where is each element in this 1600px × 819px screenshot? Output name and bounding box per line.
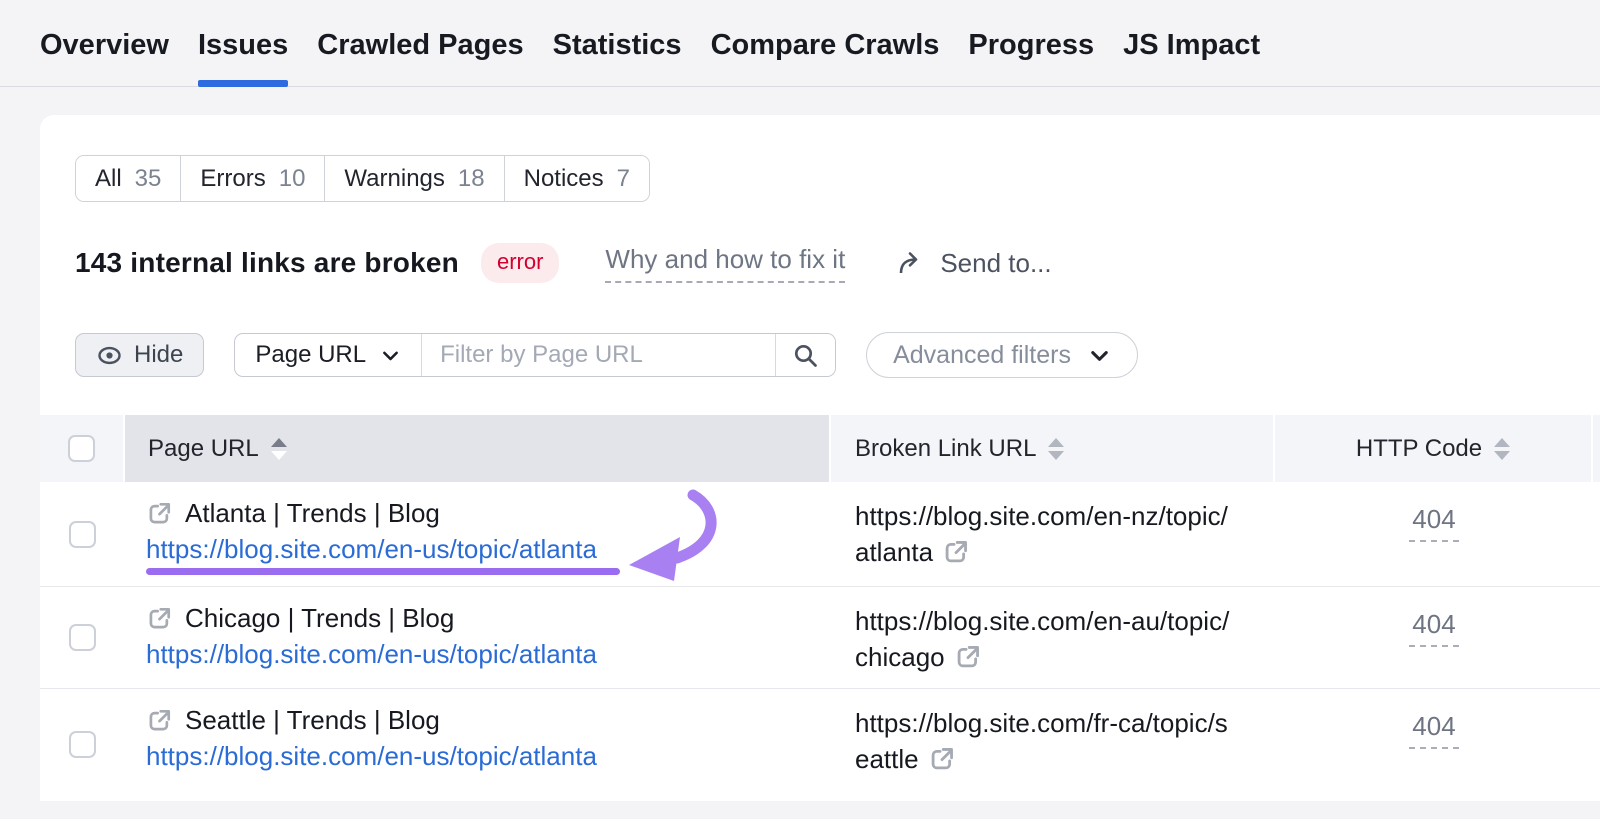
filter-errors-label: Errors (200, 165, 265, 193)
broken-link-cell: https://blog.site.com/fr-ca/topic/seattl… (831, 689, 1275, 800)
issue-title: 143 internal links are broken (75, 247, 459, 279)
http-code-value[interactable]: 404 (1409, 609, 1458, 647)
http-code-value[interactable]: 404 (1409, 504, 1458, 542)
http-code-cell: 404 (1275, 482, 1593, 586)
send-arrow-icon (897, 250, 927, 277)
search-icon (792, 342, 819, 369)
external-link-icon[interactable] (146, 605, 173, 632)
broken-link-cell: https://blog.site.com/en-au/topic/chicag… (831, 587, 1275, 688)
column-header-page-url[interactable]: Page URL (125, 415, 831, 482)
hide-button-label: Hide (134, 341, 183, 369)
filter-input[interactable] (422, 334, 775, 376)
external-link-icon[interactable] (954, 643, 982, 671)
advanced-filters-button[interactable]: Advanced filters (866, 332, 1138, 378)
page-title: Chicago | Trends | Blog (185, 600, 454, 636)
filter-warnings[interactable]: Warnings 18 (325, 156, 504, 201)
filter-errors[interactable]: Errors 10 (181, 156, 325, 201)
table-row: Atlanta | Trends | Blog https://blog.sit… (40, 482, 1600, 586)
row-checkbox[interactable] (69, 521, 96, 548)
sort-icon (271, 438, 287, 460)
broken-link-cell: https://blog.site.com/en-nz/topic/atlant… (831, 482, 1275, 586)
page-url-header-label: Page URL (148, 435, 259, 463)
tab-js-impact[interactable]: JS Impact (1123, 29, 1260, 86)
filter-warnings-count: 18 (458, 165, 485, 193)
tab-crawled-pages[interactable]: Crawled Pages (317, 29, 523, 86)
filter-field-dropdown[interactable]: Page URL (235, 334, 422, 376)
table-controls: Hide Page URL (75, 333, 1138, 377)
error-badge: error (481, 243, 559, 283)
issue-heading-row: 143 internal links are broken error Why … (75, 243, 1052, 283)
external-link-icon[interactable] (928, 745, 956, 773)
filter-errors-count: 10 (279, 165, 306, 193)
external-link-icon[interactable] (146, 707, 173, 734)
http-code-value[interactable]: 404 (1409, 711, 1458, 749)
row-checkbox[interactable] (69, 624, 96, 651)
issues-panel: All 35 Errors 10 Warnings 18 Notices 7 1… (40, 115, 1600, 801)
table-header-row: Page URL Broken Link URL HTTP Code (40, 415, 1600, 482)
select-all-checkbox[interactable] (68, 435, 95, 462)
table-row: Chicago | Trends | Blog https://blog.sit… (40, 586, 1600, 688)
chevron-down-icon (380, 345, 401, 366)
filter-warnings-label: Warnings (344, 165, 444, 193)
chevron-down-icon (1088, 344, 1111, 367)
tab-compare-crawls[interactable]: Compare Crawls (711, 29, 940, 86)
eye-icon (96, 342, 123, 369)
search-button[interactable] (775, 334, 835, 376)
row-checkbox-cell (40, 482, 125, 586)
broken-links-table: Page URL Broken Link URL HTTP Code (40, 415, 1600, 800)
top-nav: Overview Issues Crawled Pages Statistics… (0, 0, 1600, 87)
sort-icon (1048, 438, 1064, 460)
tab-statistics[interactable]: Statistics (553, 29, 682, 86)
filter-notices-count: 7 (617, 165, 630, 193)
table-row: Seattle | Trends | Blog https://blog.sit… (40, 688, 1600, 800)
column-header-http-code[interactable]: HTTP Code (1275, 415, 1593, 482)
filter-all-count: 35 (135, 165, 162, 193)
page-url-link[interactable]: https://blog.site.com/en-us/topic/atlant… (146, 738, 597, 774)
tab-progress[interactable]: Progress (968, 29, 1094, 86)
filter-field-value: Page URL (255, 341, 366, 369)
url-filter-group: Page URL (234, 333, 836, 377)
http-code-cell: 404 (1275, 587, 1593, 688)
page-url-link[interactable]: https://blog.site.com/en-us/topic/atlant… (146, 531, 597, 567)
page-url-cell: Atlanta | Trends | Blog https://blog.sit… (125, 482, 831, 586)
page-title: Seattle | Trends | Blog (185, 702, 440, 738)
column-header-next (1593, 415, 1600, 482)
why-and-how-link[interactable]: Why and how to fix it (605, 244, 845, 283)
page-url-cell: Seattle | Trends | Blog https://blog.sit… (125, 689, 831, 800)
column-header-broken-link-url[interactable]: Broken Link URL (831, 415, 1275, 482)
external-link-icon[interactable] (942, 538, 970, 566)
hide-button[interactable]: Hide (75, 333, 204, 377)
page-url-cell: Chicago | Trends | Blog https://blog.sit… (125, 587, 831, 688)
row-checkbox-cell (40, 689, 125, 800)
broken-link-url: https://blog.site.com/fr-ca/topic/seattl… (855, 708, 1228, 774)
select-all-cell (40, 415, 125, 482)
broken-link-url: https://blog.site.com/en-nz/topic/atlant… (855, 501, 1228, 567)
sort-icon (1494, 438, 1510, 460)
row-checkbox[interactable] (69, 731, 96, 758)
http-code-header-label: HTTP Code (1356, 435, 1482, 463)
broken-link-url: https://blog.site.com/en-au/topic/chicag… (855, 606, 1229, 672)
filter-notices-label: Notices (524, 165, 604, 193)
http-code-cell: 404 (1275, 689, 1593, 800)
external-link-icon[interactable] (146, 500, 173, 527)
send-to-label: Send to... (940, 248, 1051, 279)
filter-notices[interactable]: Notices 7 (505, 156, 649, 201)
filter-all[interactable]: All 35 (76, 156, 181, 201)
tab-issues[interactable]: Issues (198, 29, 288, 86)
row-checkbox-cell (40, 587, 125, 688)
severity-filter-group: All 35 Errors 10 Warnings 18 Notices 7 (75, 155, 650, 202)
broken-link-url-header-label: Broken Link URL (855, 435, 1036, 463)
page-url-link[interactable]: https://blog.site.com/en-us/topic/atlant… (146, 636, 597, 672)
filter-all-label: All (95, 165, 122, 193)
send-to-button[interactable]: Send to... (897, 248, 1051, 279)
advanced-filters-label: Advanced filters (893, 341, 1071, 370)
page-title: Atlanta | Trends | Blog (185, 495, 440, 531)
tab-overview[interactable]: Overview (40, 29, 169, 86)
